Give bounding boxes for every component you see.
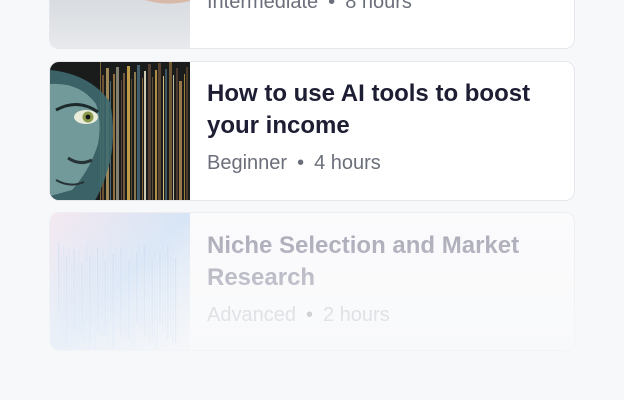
course-title[interactable]: Niche Selection and Market Research xyxy=(207,230,554,294)
course-meta: Intermediate • 8 hours xyxy=(207,0,554,15)
meta-separator: • xyxy=(328,0,336,13)
meta-separator: • xyxy=(305,304,313,326)
meta-separator: • xyxy=(297,152,305,174)
course-meta: Advanced • 2 hours xyxy=(207,302,554,328)
course-thumbnail xyxy=(50,62,190,200)
course-thumbnail xyxy=(50,213,190,350)
course-title[interactable]: How to use AI tools to boost your income xyxy=(207,78,554,142)
course-info: How to use AI tools to boost your income… xyxy=(207,78,554,200)
course-card[interactable]: Niche Selection and Market Research Adva… xyxy=(49,212,575,351)
course-info: Intermediate • 8 hours xyxy=(207,0,554,48)
course-list: Intermediate • 8 hours How to use AI tools… xyxy=(0,0,624,400)
course-level: Intermediate xyxy=(207,0,319,13)
course-info: Niche Selection and Market Research Adva… xyxy=(207,230,554,350)
course-duration: 2 hours xyxy=(322,304,390,326)
course-level: Advanced xyxy=(207,304,296,326)
course-duration: 8 hours xyxy=(345,0,412,13)
course-card[interactable]: How to use AI tools to boost your income… xyxy=(49,61,575,201)
course-meta: Beginner • 4 hours xyxy=(207,150,554,176)
course-card[interactable]: Intermediate • 8 hours xyxy=(49,0,575,49)
course-duration: 4 hours xyxy=(314,152,381,174)
course-level: Beginner xyxy=(207,152,288,174)
course-thumbnail xyxy=(50,0,190,48)
